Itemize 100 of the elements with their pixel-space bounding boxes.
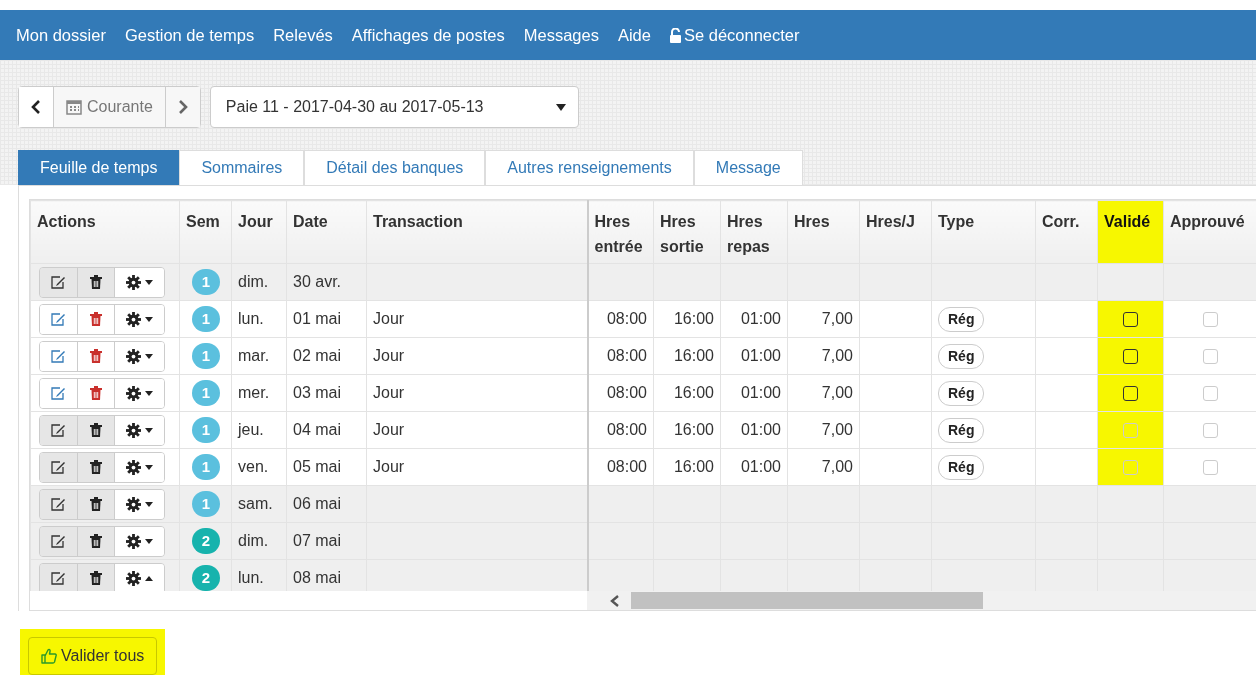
nav-link[interactable]: Messages [523, 22, 599, 48]
table-cell-text: 05 mai [293, 458, 342, 475]
edit-icon [51, 534, 66, 548]
week-badge: 2 [192, 528, 220, 554]
caret-down-icon [145, 279, 153, 285]
settings-dropdown-button[interactable] [114, 489, 164, 519]
trash-icon [90, 386, 102, 400]
tab[interactable]: Message [693, 150, 803, 185]
type-badge: Rég [938, 343, 985, 369]
tab[interactable]: Sommaires [179, 150, 305, 185]
table-cell-text: 16:00 [673, 458, 714, 475]
action-button-group[interactable] [39, 266, 165, 298]
nav-link[interactable]: Relevés [273, 22, 333, 48]
column-header: Hres repas [727, 213, 770, 255]
period-select[interactable]: Paie 11 - 2017-04-30 au 2017-05-13 [209, 86, 579, 128]
edit-button[interactable] [40, 489, 77, 519]
delete-button[interactable] [77, 526, 114, 556]
gear-icon [126, 311, 141, 327]
column-header: Sem [186, 213, 220, 230]
table-cell-text: 7,00 [821, 384, 853, 401]
week-badge: 1 [192, 380, 220, 406]
table-cell-text: 02 mai [293, 347, 342, 364]
checkbox[interactable] [1123, 311, 1138, 327]
column-header: Type [938, 213, 975, 230]
action-button-group[interactable] [39, 488, 165, 520]
type-badge: Rég [938, 454, 985, 480]
table-cell-text: 08 mai [293, 569, 342, 586]
logout-link[interactable]: Se déconnecter [669, 22, 800, 48]
action-button-group[interactable] [39, 303, 165, 335]
week-badge: 1 [192, 454, 220, 480]
scroll-left-icon[interactable] [609, 593, 621, 608]
nav-link[interactable]: Mon dossier [16, 22, 106, 48]
tab[interactable]: Détail des banques [304, 150, 486, 185]
caret-down-icon [145, 464, 153, 470]
table-cell-text: Jour [373, 384, 405, 401]
action-button-group[interactable] [39, 377, 165, 409]
edit-button[interactable] [40, 267, 77, 297]
table-cell-text: mar. [238, 347, 270, 364]
nav-link[interactable]: Affichages de postes [351, 22, 505, 48]
table-cell-text: sam. [238, 495, 273, 512]
caret-up-icon [145, 575, 153, 581]
table-cell-text: 03 mai [293, 384, 342, 401]
table-cell-text: mer. [238, 384, 270, 401]
table-cell-text: 08:00 [606, 421, 647, 438]
delete-button[interactable] [77, 267, 114, 297]
checkbox[interactable] [1123, 385, 1138, 401]
gear-icon [126, 570, 141, 586]
settings-dropdown-button[interactable] [114, 563, 164, 591]
week-badge: 1 [192, 491, 220, 517]
column-header: Approuvé [1170, 213, 1245, 230]
edit-button[interactable] [40, 526, 77, 556]
delete-button[interactable] [77, 489, 114, 519]
action-button-group[interactable] [39, 562, 165, 591]
delete-button[interactable] [77, 415, 114, 445]
caret-down-icon [145, 316, 153, 322]
action-button-group[interactable] [39, 525, 165, 557]
week-badge: 1 [192, 417, 220, 443]
settings-dropdown-button[interactable] [114, 341, 164, 371]
column-header: Validé [1098, 201, 1163, 263]
settings-dropdown-button[interactable] [114, 378, 164, 408]
action-button-group[interactable] [39, 340, 165, 372]
tab[interactable]: Feuille de temps [18, 150, 180, 185]
edit-button[interactable] [40, 452, 77, 482]
table-cell-text: 06 mai [293, 495, 342, 512]
edit-icon [51, 423, 66, 437]
table-cell-text: 16:00 [673, 421, 714, 438]
settings-dropdown-button[interactable] [114, 452, 164, 482]
horizontal-scrollbar[interactable] [587, 591, 1256, 610]
trash-icon [90, 460, 102, 474]
action-button-group[interactable] [39, 451, 165, 483]
column-header: Corr. [1042, 213, 1080, 230]
table-cell-text: 16:00 [673, 310, 714, 327]
checkbox[interactable] [1123, 348, 1138, 364]
nav-link[interactable]: Aide [617, 22, 651, 48]
gear-icon [126, 422, 141, 438]
settings-dropdown-button[interactable] [114, 526, 164, 556]
type-badge: Rég [938, 306, 985, 332]
edit-button[interactable] [40, 563, 77, 591]
next-button[interactable] [164, 87, 200, 127]
table-cell-text: Jour [373, 421, 405, 438]
scrollbar-thumb[interactable] [631, 592, 983, 609]
delete-button[interactable] [77, 563, 114, 591]
table-cell-text: 7,00 [821, 310, 853, 327]
nav-link[interactable]: Gestion de temps [124, 22, 255, 48]
settings-dropdown-button[interactable] [114, 304, 164, 334]
edit-icon [51, 497, 66, 511]
delete-button[interactable] [77, 452, 114, 482]
current-period-button[interactable]: Courante [53, 87, 165, 127]
table-cell-text: 7,00 [821, 421, 853, 438]
tab[interactable]: Autres renseignements [485, 150, 694, 185]
settings-dropdown-button[interactable] [114, 415, 164, 445]
validate-all-button[interactable]: Valider tous [28, 637, 158, 675]
gear-icon [126, 496, 141, 512]
table-cell-text: 07 mai [293, 532, 342, 549]
gear-icon [126, 348, 141, 364]
settings-dropdown-button[interactable] [114, 267, 164, 297]
calendar-icon [66, 99, 82, 115]
chevron-right-icon [177, 100, 188, 114]
action-button-group[interactable] [39, 414, 165, 446]
edit-button[interactable] [40, 415, 77, 445]
